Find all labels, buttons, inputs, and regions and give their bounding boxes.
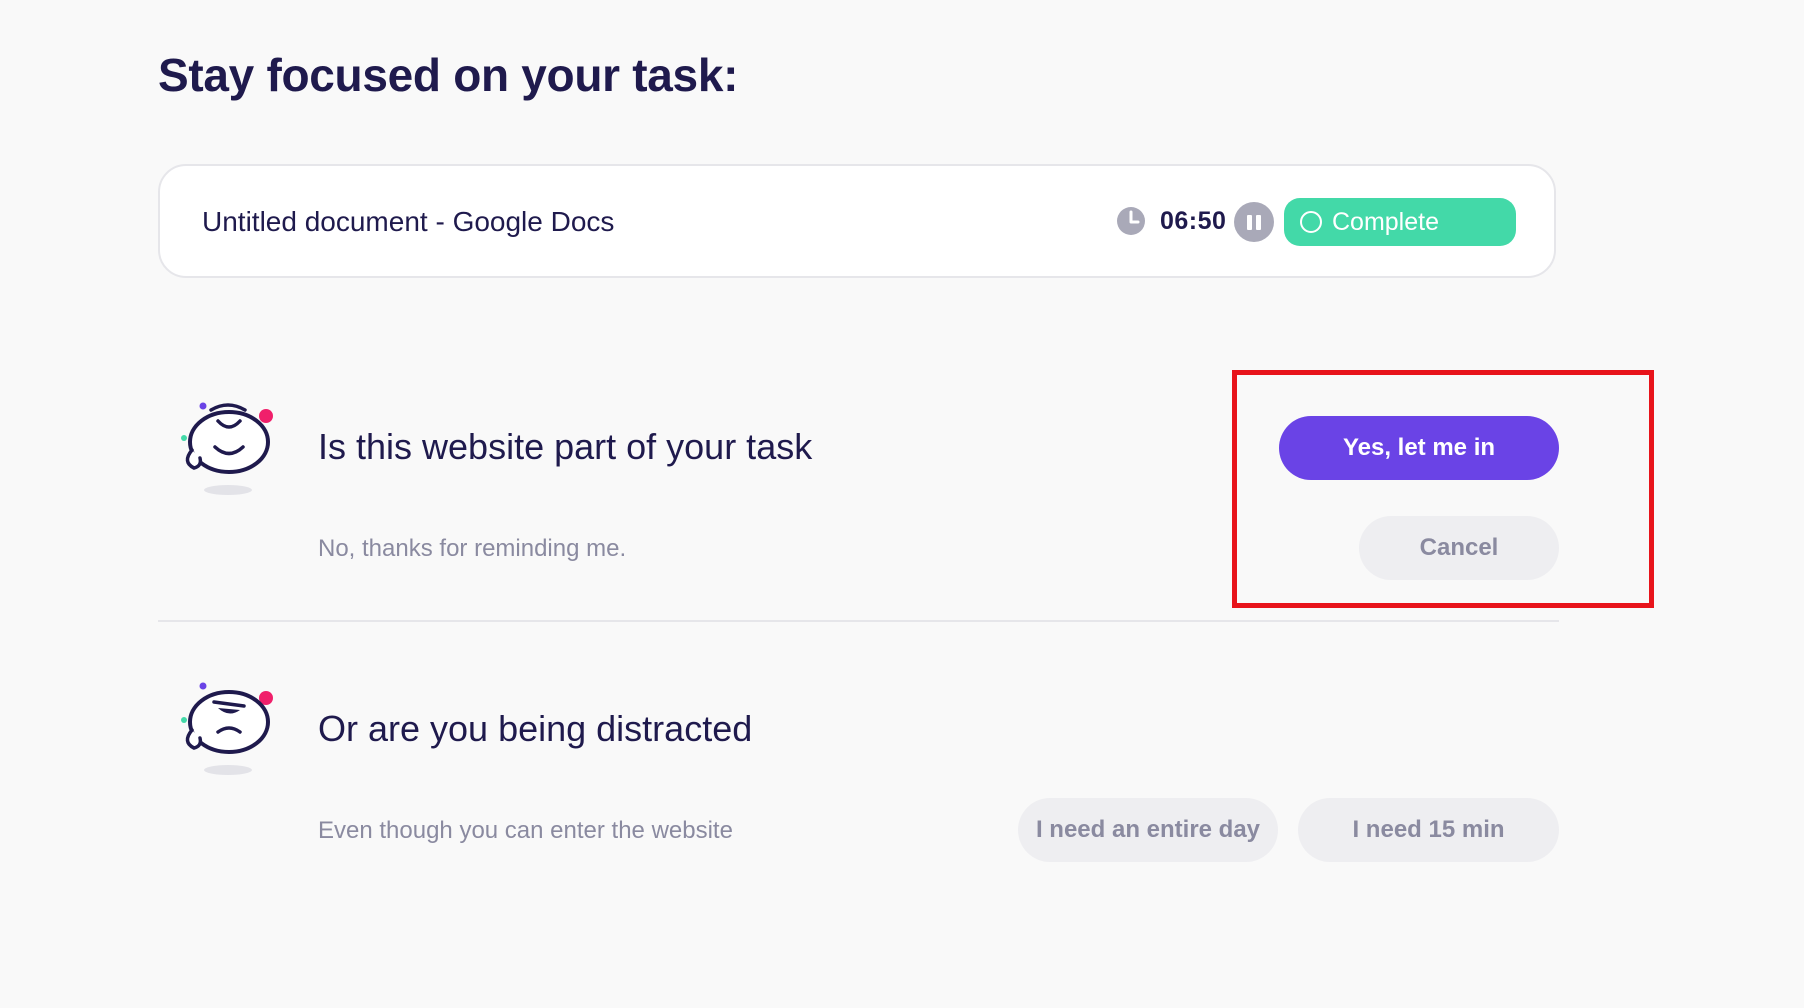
complete-button[interactable]: Complete (1284, 198, 1516, 246)
complete-label: Complete (1332, 208, 1439, 236)
task-card: Untitled document - Google Docs 06:50 Co… (158, 164, 1556, 278)
page-title: Stay focused on your task: (158, 49, 739, 101)
clock-icon (1117, 207, 1145, 235)
highlight-box (1232, 370, 1654, 608)
mascot-happy-icon (181, 402, 273, 495)
entire-day-button[interactable]: I need an entire day (1018, 798, 1278, 862)
section-divider (158, 620, 1559, 622)
mascot-annoyed-icon (181, 682, 273, 775)
timer-display: 06:50 (1160, 207, 1227, 235)
distracted-subtext: Even though you can enter the website (318, 817, 733, 844)
question-heading: Is this website part of your task (318, 426, 813, 467)
pause-button[interactable] (1234, 202, 1274, 242)
focus-page: Stay focused on your task: Untitled docu… (0, 0, 1804, 1008)
distracted-heading: Or are you being distracted (318, 708, 753, 749)
question-subtext: No, thanks for reminding me. (318, 535, 627, 562)
fifteen-min-button[interactable]: I need 15 min (1298, 798, 1559, 862)
task-name: Untitled document - Google Docs (202, 206, 615, 237)
pause-icon (1247, 215, 1252, 230)
pause-icon-bar (1256, 215, 1261, 230)
circle-outline-icon (1300, 211, 1322, 233)
